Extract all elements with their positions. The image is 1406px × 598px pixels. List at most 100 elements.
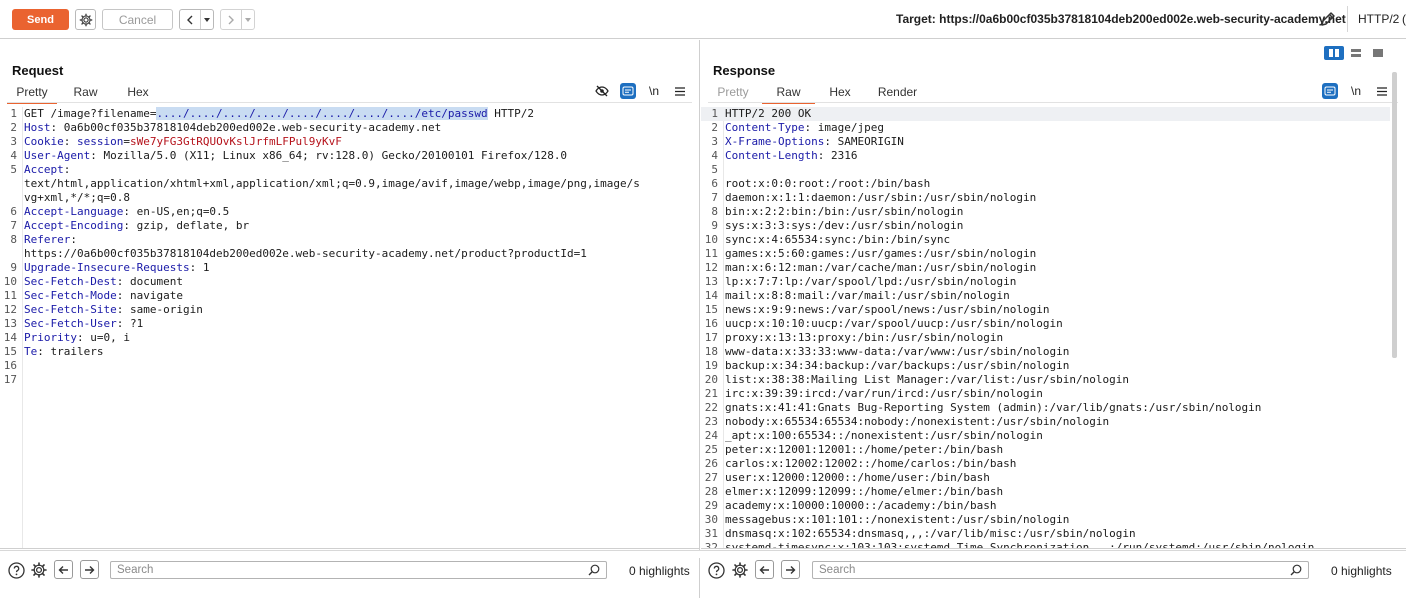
response-help-button[interactable] [707, 561, 725, 579]
request-tab-raw[interactable]: Raw [57, 84, 114, 102]
code-text: : [63, 163, 71, 176]
request-actions-button[interactable] [620, 83, 636, 99]
line-content: Upgrade-Insecure-Requests: 1 [20, 261, 209, 275]
response-actions-button[interactable] [1322, 83, 1338, 99]
request-search-next-button[interactable] [80, 560, 99, 579]
line-content: root:x:0:0:root:/root:/bin/bash [721, 177, 930, 191]
line-content: gnats:x:41:41:Gnats Bug-Reporting System… [721, 401, 1261, 415]
line-number: 5 [711, 163, 718, 176]
code-text: : navigate [116, 289, 183, 302]
request-line: 8 Referer: [0, 233, 690, 247]
code-text: games:x:5:60:games:/usr/games:/usr/sbin/… [725, 247, 1037, 260]
code-text: proxy:x:13:13:proxy:/bin:/usr/sbin/nolog… [725, 331, 1004, 344]
response-newline-toggle[interactable]: \n [1348, 83, 1364, 99]
response-line: 16 uucp:x:10:10:uucp:/var/spool/uucp:/usr… [701, 317, 1390, 331]
line-number: 17 [3, 373, 17, 386]
header-name: Upgrade-Insecure-Requests [24, 261, 190, 274]
line-content: Accept: [20, 163, 70, 177]
code-text: : 0a6b00cf035b37818104deb200ed002e.web-s… [50, 121, 442, 134]
history-back-dropdown[interactable] [201, 10, 213, 29]
line-content: Sec-Fetch-Site: same-origin [20, 303, 203, 317]
response-line: 11 games:x:5:60:games:/usr/games:/usr/sbi… [701, 247, 1390, 261]
line-number [0, 191, 20, 205]
line-content: www-data:x:33:33:www-data:/var/www:/usr/… [721, 345, 1069, 359]
line-number: 14 [704, 289, 718, 302]
request-search-settings-button[interactable] [30, 561, 48, 579]
response-tab-hex[interactable]: Hex [815, 84, 865, 102]
line-number: 17 [704, 331, 718, 344]
line-content: GET /image?filename=..../..../..../..../… [20, 107, 534, 121]
caret-down-icon [204, 17, 210, 22]
response-line: 28 elmer:x:12099:12099::/home/elmer:/bin/… [701, 485, 1390, 499]
request-newline-toggle[interactable]: \n [646, 83, 662, 99]
line-number: 9 [10, 261, 17, 274]
header-name: Referer [24, 233, 71, 246]
request-line: 15 Te: trailers [0, 345, 690, 359]
arrow-right-icon [786, 565, 796, 574]
send-settings-button[interactable] [75, 9, 96, 30]
http-version[interactable]: HTTP/2 [1358, 12, 1399, 26]
line-content: mail:x:8:8:mail:/var/mail:/usr/sbin/nolo… [721, 289, 1010, 303]
response-editor[interactable]: 1 HTTP/2 200 OK 2 Content-Type: image/jpeg 3… [701, 107, 1390, 548]
response-highlights-count: 0 highlights [1331, 564, 1392, 578]
response-tab-raw[interactable]: Raw [762, 84, 815, 104]
history-forward-dropdown[interactable] [242, 10, 254, 29]
response-tabs: Pretty Raw Hex Render [708, 84, 930, 104]
layout-tabs-button[interactable] [1368, 46, 1388, 60]
code-text: carlos:x:12002:12002::/home/carlos:/bin/… [725, 457, 1017, 470]
line-number: 19 [704, 359, 718, 372]
line-number: 3 [711, 135, 718, 148]
history-back-button[interactable] [180, 10, 201, 29]
line-number: 4 [711, 149, 718, 162]
response-search-prev-button[interactable] [755, 560, 774, 579]
edit-target-button[interactable] [1319, 10, 1337, 28]
response-scrollbar-thumb[interactable] [1392, 72, 1397, 358]
code-text: https://0a6b00cf035b37818104deb200ed002e… [24, 247, 587, 260]
request-search-input[interactable] [111, 562, 606, 578]
response-tab-pretty[interactable]: Pretty [708, 84, 758, 102]
code-text: academy:x:10000:10000::/academy:/bin/bas… [725, 499, 997, 512]
layout-top-bottom-button[interactable] [1346, 46, 1366, 60]
code-text: user:x:12000:12000::/home/user:/bin/bash [725, 471, 990, 484]
line-number: 14 [3, 331, 17, 344]
cancel-button[interactable]: Cancel [102, 9, 173, 30]
response-search-next-button[interactable] [781, 560, 800, 579]
line-content: Te: trailers [20, 345, 103, 359]
request-tab-pretty[interactable]: Pretty [7, 84, 57, 104]
layout-side-by-side-button[interactable] [1324, 46, 1344, 60]
line-number: 8 [10, 233, 17, 246]
line-content: X-Frame-Options: SAMEORIGIN [721, 135, 904, 149]
request-tab-hex[interactable]: Hex [114, 84, 162, 102]
send-button[interactable]: Send [12, 9, 69, 30]
line-number: 11 [3, 289, 17, 302]
response-menu-button[interactable] [1374, 83, 1390, 99]
header-name: Content-Type [725, 121, 805, 134]
hide-nonprintable-button[interactable] [594, 83, 610, 99]
request-search-prev-button[interactable] [54, 560, 73, 579]
line-content: User-Agent: Mozilla/5.0 (X11; Linux x86_… [20, 149, 567, 163]
line-content: list:x:38:38:Mailing List Manager:/var/l… [721, 373, 1129, 387]
response-search-input[interactable] [813, 562, 1308, 578]
line-content: Content-Type: image/jpeg [721, 121, 884, 135]
line-number: 16 [704, 317, 718, 330]
history-forward-button[interactable] [221, 10, 242, 29]
line-number: 21 [704, 387, 718, 400]
response-tab-render[interactable]: Render [865, 84, 930, 102]
response-line: 4 Content-Length: 2316 [701, 149, 1390, 163]
line-content: sys:x:3:3:sys:/dev:/usr/sbin/nologin [721, 219, 963, 233]
line-number: 13 [704, 275, 718, 288]
response-line: 13 lp:x:7:7:lp:/var/spool/lpd:/usr/sbin/n… [701, 275, 1390, 289]
code-text: nobody:x:65534:65534:nobody:/nonexistent… [725, 415, 1110, 428]
request-help-button[interactable] [7, 561, 25, 579]
request-menu-button[interactable] [672, 83, 688, 99]
request-editor[interactable]: 1 GET /image?filename=..../..../..../....… [0, 107, 690, 548]
single-pane-icon [1373, 49, 1383, 57]
line-number: 15 [704, 303, 718, 316]
line-number: 5 [10, 163, 17, 176]
request-line: 12 Sec-Fetch-Site: same-origin [0, 303, 690, 317]
response-search-settings-button[interactable] [731, 561, 749, 579]
line-content: nobody:x:65534:65534:nobody:/nonexistent… [721, 415, 1109, 429]
response-line: 21 irc:x:39:39:ircd:/var/run/ircd:/usr/sb… [701, 387, 1390, 401]
line-content: Content-Length: 2316 [721, 149, 857, 163]
line-content: dnsmasq:x:102:65534:dnsmasq,,,:/var/lib/… [721, 527, 1136, 541]
